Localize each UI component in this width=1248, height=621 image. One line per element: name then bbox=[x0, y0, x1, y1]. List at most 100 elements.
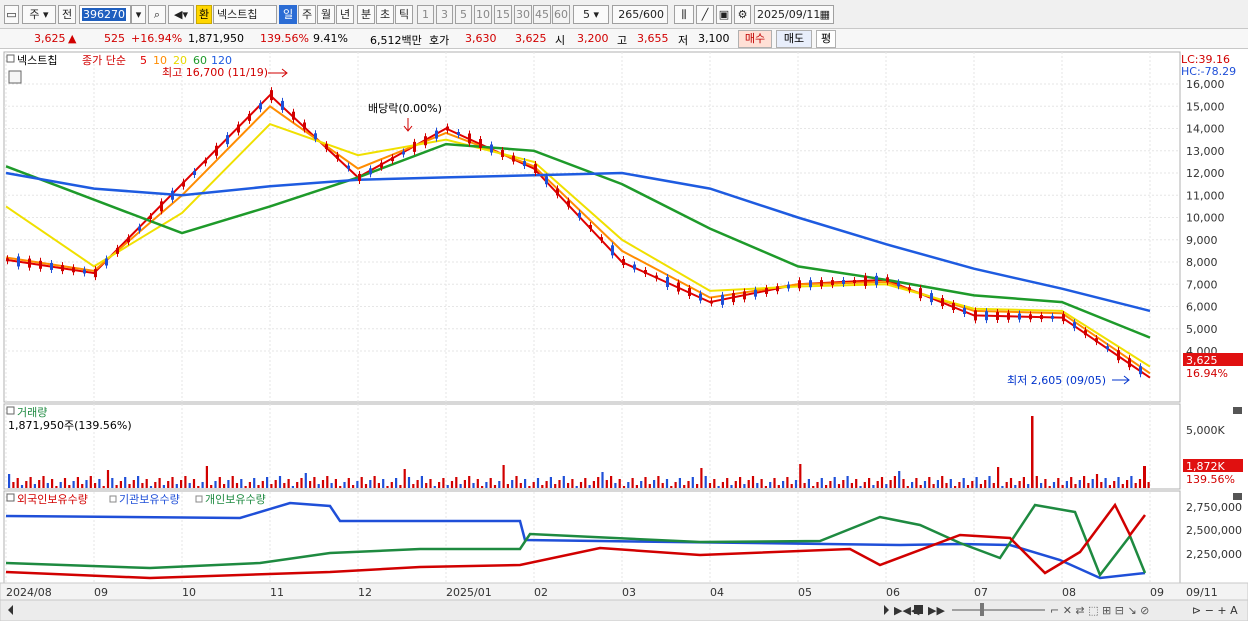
volume-bar bbox=[403, 469, 406, 488]
stock-code-value: 396270 bbox=[82, 8, 126, 21]
candle bbox=[886, 277, 889, 283]
volume-bar bbox=[825, 485, 828, 488]
zoom-icons[interactable]: ⊳ − + A bbox=[1192, 604, 1238, 617]
chevron-down-icon[interactable]: ▾ bbox=[131, 5, 146, 24]
candle bbox=[1106, 346, 1109, 350]
volume-ratio: 139.56% bbox=[260, 32, 309, 45]
volume-bar bbox=[227, 480, 230, 488]
volume-bar bbox=[25, 481, 28, 488]
x-tick-label: 10 bbox=[182, 586, 196, 599]
candle bbox=[787, 284, 790, 289]
volume-bar bbox=[38, 480, 41, 488]
volume-bar bbox=[266, 477, 269, 488]
volume-bar bbox=[63, 478, 67, 488]
volume-bar bbox=[700, 468, 703, 488]
gear-icon[interactable]: ⚙ bbox=[734, 5, 751, 24]
search-icon[interactable]: ⌕ bbox=[148, 5, 166, 24]
volume-bar bbox=[786, 477, 789, 488]
zoom-slider-handle[interactable] bbox=[980, 603, 984, 616]
candle bbox=[578, 212, 581, 218]
volume-bar bbox=[330, 483, 333, 488]
period-prefix-select[interactable]: 주 ▾ bbox=[22, 5, 56, 24]
candle bbox=[292, 111, 295, 120]
table-icon[interactable] bbox=[8, 70, 22, 84]
volume-bar bbox=[446, 485, 449, 488]
volume-bar bbox=[571, 479, 574, 488]
price-y-tick: 15,000 bbox=[1186, 100, 1225, 113]
stock-code-input[interactable]: 396270 bbox=[79, 5, 131, 24]
volume-bar bbox=[218, 477, 221, 488]
tab-minute[interactable]: 분 bbox=[357, 5, 375, 24]
holding-panel-close-icon[interactable] bbox=[1233, 493, 1242, 500]
calendar-icon[interactable]: ▦ bbox=[820, 6, 830, 23]
volume-bar bbox=[1044, 479, 1047, 488]
tab-year[interactable]: 년 bbox=[336, 5, 354, 24]
volume-bar bbox=[1035, 476, 1038, 488]
candle bbox=[853, 279, 856, 283]
volume-bar bbox=[764, 486, 767, 488]
candle bbox=[666, 277, 669, 288]
interval-45[interactable]: 45 bbox=[533, 5, 551, 24]
volume-bar bbox=[197, 486, 200, 488]
volume-bar bbox=[936, 480, 939, 488]
holding-y-tick-3: 2,250,000 bbox=[1186, 548, 1242, 561]
trade-amount: 6,512백만 bbox=[370, 34, 422, 47]
draw-tool-icon[interactable]: ╱ bbox=[696, 5, 714, 24]
prev-button[interactable]: 전 bbox=[58, 5, 76, 24]
dividend-annotation: 배당락(0.00%) bbox=[368, 102, 442, 115]
tab-day[interactable]: 일 bbox=[279, 5, 297, 24]
volume-bar bbox=[223, 484, 226, 488]
volume-bar bbox=[300, 478, 303, 488]
candle bbox=[336, 154, 339, 159]
volume-bar bbox=[8, 474, 11, 488]
window-icon[interactable]: ▭ bbox=[4, 5, 19, 24]
eval-button[interactable]: 평 bbox=[816, 30, 836, 48]
volume-bar bbox=[29, 477, 32, 488]
volume-bar bbox=[369, 480, 372, 488]
x-tick-label: 04 bbox=[710, 586, 724, 599]
interval-select[interactable]: 5 ▾ bbox=[573, 5, 609, 24]
hwan-button[interactable]: 환 bbox=[196, 5, 212, 24]
x-tick-label: 2025/01 bbox=[446, 586, 492, 599]
interval-1[interactable]: 1 bbox=[417, 5, 434, 24]
volume-bar bbox=[863, 482, 866, 488]
speaker-icon[interactable]: ◀▾ bbox=[168, 5, 194, 24]
forward-icon[interactable]: ▶▶ bbox=[928, 604, 945, 617]
volume-bar bbox=[390, 482, 393, 488]
tab-tick[interactable]: 틱 bbox=[395, 5, 413, 24]
count-input[interactable]: 265/600 bbox=[612, 5, 668, 24]
save-icon[interactable]: ▣ bbox=[716, 5, 732, 24]
tab-second[interactable]: 초 bbox=[376, 5, 394, 24]
buy-button[interactable]: 매수 bbox=[738, 30, 772, 48]
volume-bar bbox=[674, 482, 677, 488]
volume-value-label: 1,871,950주(139.56%) bbox=[8, 419, 132, 432]
bid-price: 3,625 bbox=[515, 32, 547, 45]
tab-week[interactable]: 주 bbox=[298, 5, 316, 24]
chart-area[interactable]: 16,000 15,000 14,000 13,000 12,000 11,000 10,0… bbox=[0, 50, 1248, 621]
interval-15[interactable]: 15 bbox=[494, 5, 512, 24]
volume-bar bbox=[584, 478, 587, 488]
volume-bar bbox=[68, 485, 71, 488]
volume-panel-close-icon[interactable] bbox=[1233, 407, 1242, 414]
tool-icons[interactable]: ⌐ ✕ ⇄ ⬚ ⊞ ⊟ ↘ ⊘ bbox=[1050, 604, 1149, 617]
interval-10[interactable]: 10 bbox=[474, 5, 492, 24]
stock-name-field[interactable]: 넥스트칩 bbox=[213, 5, 277, 24]
tab-month[interactable]: 월 bbox=[317, 5, 335, 24]
candle bbox=[281, 100, 284, 110]
interval-60[interactable]: 60 bbox=[552, 5, 570, 24]
candle-icon[interactable]: ⫼ bbox=[674, 5, 694, 24]
x-tick-label: 06 bbox=[886, 586, 900, 599]
count-current: 265 bbox=[618, 8, 640, 21]
candle bbox=[633, 264, 636, 270]
interval-3[interactable]: 3 bbox=[436, 5, 453, 24]
stop-icon[interactable] bbox=[914, 605, 923, 614]
volume-bar bbox=[842, 480, 845, 488]
interval-30[interactable]: 30 bbox=[514, 5, 532, 24]
volume-bar bbox=[1074, 484, 1077, 488]
date-input[interactable]: 2025/09/11 ▦ bbox=[754, 5, 834, 24]
volume-bar bbox=[975, 477, 978, 488]
volume-bar bbox=[420, 476, 423, 488]
volume-bar bbox=[1095, 474, 1099, 488]
sell-button[interactable]: 매도 bbox=[776, 30, 812, 48]
interval-5[interactable]: 5 bbox=[455, 5, 472, 24]
